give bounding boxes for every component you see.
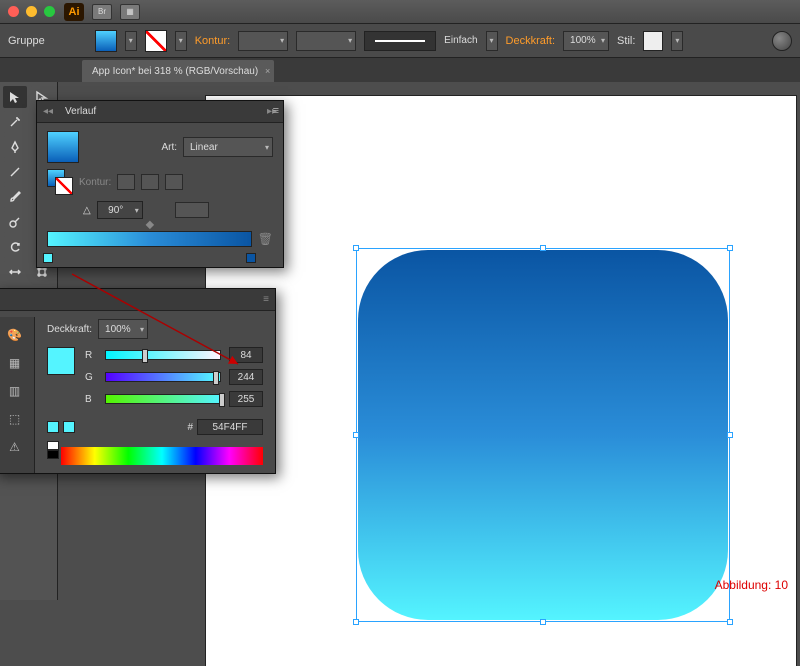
selection-bounding-box — [356, 248, 730, 622]
resize-handle-icon[interactable] — [353, 245, 359, 251]
resize-handle-icon[interactable] — [727, 245, 733, 251]
kontur-label: Kontur: — [195, 35, 230, 47]
stroke-gradient-along-icon[interactable] — [141, 174, 159, 190]
blob-brush-tool-icon[interactable] — [3, 211, 27, 233]
figure-caption: Abbildung: 10 — [715, 578, 788, 592]
gradient-preview-swatch[interactable] — [47, 131, 79, 163]
g-value[interactable]: 244 — [229, 369, 263, 385]
hex-prefix: # — [187, 422, 193, 433]
selection-type-label: Gruppe — [8, 35, 45, 47]
gradient-stop-right[interactable] — [246, 253, 256, 263]
line-tool-icon[interactable] — [3, 161, 27, 183]
panel-header[interactable]: ≡ — [0, 289, 275, 311]
width-tool-icon[interactable] — [3, 261, 27, 283]
gradient-panel-tab[interactable]: Verlauf — [59, 104, 102, 119]
spectrum-ramp[interactable] — [61, 447, 263, 465]
window-traffic-lights — [8, 6, 55, 17]
resize-handle-icon[interactable] — [727, 432, 733, 438]
magic-wand-tool-icon[interactable] — [3, 111, 27, 133]
resize-handle-icon[interactable] — [353, 619, 359, 625]
g-label: G — [85, 372, 97, 383]
stroke-gradient-across-icon[interactable] — [165, 174, 183, 190]
zoom-window-icon[interactable] — [44, 6, 55, 17]
close-tab-icon[interactable]: × — [265, 66, 270, 76]
close-window-icon[interactable] — [8, 6, 19, 17]
angle-icon: △ — [83, 205, 91, 216]
3d-panel-icon[interactable]: ⬚ — [4, 409, 26, 429]
fill-swatch[interactable] — [95, 30, 117, 52]
document-tab[interactable]: App Icon* bei 318 % (RGB/Vorschau) × — [82, 60, 274, 82]
b-value[interactable]: 255 — [229, 391, 263, 407]
gradient-stop-left[interactable] — [43, 253, 53, 263]
resize-handle-icon[interactable] — [540, 619, 546, 625]
variable-width-dropdown[interactable] — [296, 31, 356, 51]
arrange-docs-icon[interactable]: ▦ — [120, 4, 140, 20]
brush-label: Einfach — [444, 35, 477, 46]
brush-preview[interactable] — [364, 31, 436, 51]
gradient-angle-field[interactable]: 90° — [97, 201, 143, 219]
web-safe-swatch-icon[interactable] — [63, 421, 75, 433]
paintbrush-tool-icon[interactable] — [3, 186, 27, 208]
gradient-panel: ◂◂ Verlauf ▸▸ ≡ Art: Linear Kontur: △ — [36, 100, 284, 268]
stroke-swatch[interactable] — [145, 30, 167, 52]
panel-menu-icon[interactable]: ≡ — [263, 294, 269, 305]
delete-stop-icon[interactable]: 🗑 — [258, 232, 273, 246]
r-label: R — [85, 350, 97, 361]
color-opacity-dropdown[interactable]: 100% — [98, 319, 148, 339]
panel-header[interactable]: ◂◂ Verlauf ▸▸ — [37, 101, 283, 123]
brush-dropdown[interactable] — [486, 31, 498, 51]
document-tab-label: App Icon* bei 318 % (RGB/Vorschau) — [92, 66, 258, 77]
r-value[interactable]: 84 — [229, 347, 263, 363]
aspect-ratio-field[interactable] — [175, 202, 209, 218]
black-swatch-icon[interactable] — [47, 450, 59, 459]
illustrator-logo-icon: Ai — [64, 3, 84, 21]
current-color-swatch[interactable] — [47, 347, 75, 375]
panel-menu-icon[interactable]: ≡ — [273, 105, 279, 117]
hex-field[interactable]: 54F4FF — [197, 419, 263, 435]
selection-tool-icon[interactable] — [3, 86, 27, 108]
document-tab-bar: App Icon* bei 318 % (RGB/Vorschau) × — [0, 58, 800, 82]
opacity-label: Deckkraft: — [506, 35, 556, 47]
gradient-kontur-label: Kontur: — [79, 177, 111, 188]
stroke-gradient-within-icon[interactable] — [117, 174, 135, 190]
style-dropdown[interactable] — [671, 31, 683, 51]
gradient-ramp[interactable] — [47, 231, 252, 247]
gradient-midpoint-icon[interactable] — [146, 221, 154, 229]
title-bar: Ai Br ▦ — [0, 0, 800, 24]
resize-handle-icon[interactable] — [727, 619, 733, 625]
resize-handle-icon[interactable] — [353, 432, 359, 438]
gradient-type-label: Art: — [161, 142, 177, 153]
r-slider[interactable] — [105, 350, 221, 360]
pen-tool-icon[interactable] — [3, 136, 27, 158]
swatches-panel-icon[interactable]: ▥ — [4, 381, 26, 401]
g-slider[interactable] — [105, 372, 221, 382]
white-swatch-icon[interactable] — [47, 441, 59, 450]
resize-handle-icon[interactable] — [540, 245, 546, 251]
color-opacity-label: Deckkraft: — [47, 324, 92, 335]
gradient-type-dropdown[interactable]: Linear — [183, 137, 273, 157]
minimize-window-icon[interactable] — [26, 6, 37, 17]
color-panel: ≡ 🎨 ▦ ▥ ⬚ ⚠ Deckkraft: 100% R 84 — [0, 288, 276, 474]
fill-dropdown[interactable] — [125, 31, 137, 51]
color-panel-icon[interactable]: 🎨 — [4, 325, 26, 345]
style-label: Stil: — [617, 35, 635, 47]
style-swatch[interactable] — [643, 31, 663, 51]
control-bar: Gruppe Kontur: Einfach Deckkraft: 100% S… — [0, 24, 800, 58]
in-gamut-swatch-icon[interactable] — [47, 421, 59, 433]
warning-icon[interactable]: ⚠ — [4, 437, 26, 457]
rotate-tool-icon[interactable] — [3, 236, 27, 258]
b-label: B — [85, 394, 97, 405]
fill-stroke-toggle[interactable] — [47, 169, 73, 195]
color-guide-icon[interactable]: ▦ — [4, 353, 26, 373]
bridge-icon[interactable]: Br — [92, 4, 112, 20]
opacity-dropdown[interactable]: 100% — [563, 31, 609, 51]
stroke-weight-dropdown[interactable] — [238, 31, 288, 51]
document-setup-icon[interactable] — [772, 31, 792, 51]
stroke-dropdown[interactable] — [175, 31, 187, 51]
b-slider[interactable] — [105, 394, 221, 404]
